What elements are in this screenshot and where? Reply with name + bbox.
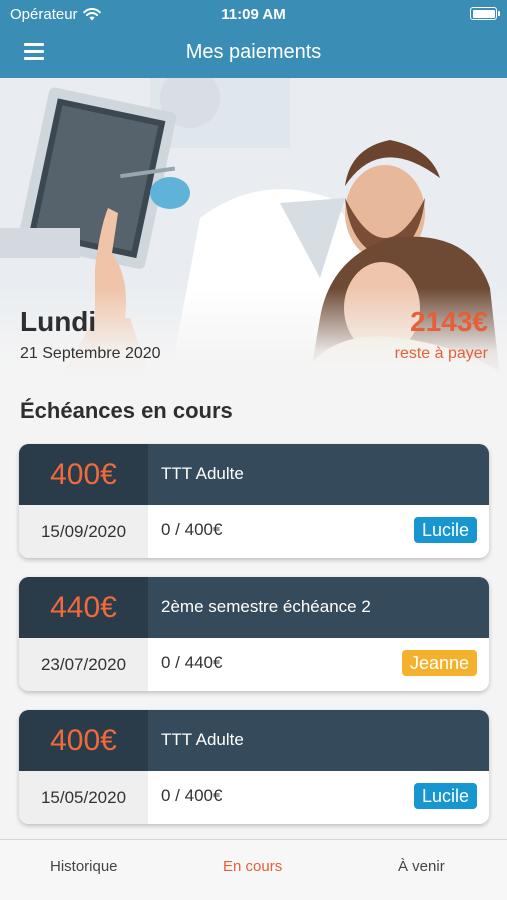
card-date: 23/07/2020: [19, 638, 148, 691]
clock: 11:09 AM: [221, 6, 286, 23]
section-title: Échéances en cours: [20, 398, 233, 423]
card-progress: 0 / 400€: [161, 786, 223, 805]
card-price: 440€: [19, 577, 148, 638]
battery-icon: [470, 7, 500, 20]
remaining-label: reste à payer: [394, 345, 488, 362]
tab-a-venir[interactable]: À venir: [398, 858, 445, 875]
patient-badge: Lucile: [413, 517, 477, 543]
card-price: 400€: [19, 710, 148, 771]
navigation-bar: Mes paiements: [0, 28, 507, 78]
page-title: Mes paiements: [185, 41, 322, 63]
card-footer: 15/09/2020 0 / 400€ Lucile: [19, 505, 489, 558]
card-label: TTT Adulte: [161, 464, 244, 483]
tab-en-cours[interactable]: En cours: [223, 858, 282, 875]
patient-badge: Jeanne: [401, 650, 477, 676]
patient-badge: Lucile: [413, 783, 477, 809]
card-progress: 0 / 440€: [161, 653, 223, 672]
payment-card[interactable]: 440€ 2ème semestre échéance 2 23/07/2020…: [19, 577, 489, 691]
tab-historique[interactable]: Historique: [50, 858, 118, 875]
card-footer: 23/07/2020 0 / 440€ Jeanne: [19, 638, 489, 691]
card-label: 2ème semestre échéance 2: [161, 597, 371, 616]
card-date: 15/09/2020: [19, 505, 148, 558]
hero-date: 21 Septembre 2020: [20, 345, 161, 362]
status-bar: Opérateur 11:09 AM: [0, 0, 507, 28]
payment-card[interactable]: 400€ TTT Adulte 15/09/2020 0 / 400€ Luci…: [19, 444, 489, 558]
card-footer: 15/05/2020 0 / 400€ Lucile: [19, 771, 489, 824]
payment-card[interactable]: 400€ TTT Adulte 15/05/2020 0 / 400€ Luci…: [19, 710, 489, 824]
tab-bar: Historique En cours À venir: [0, 839, 507, 900]
hero-banner: Lundi 21 Septembre 2020 2143€ reste à pa…: [0, 78, 507, 378]
card-date: 15/05/2020: [19, 771, 148, 824]
hero-day: Lundi: [20, 306, 97, 337]
card-progress: 0 / 400€: [161, 520, 223, 539]
remaining-amount: 2143€: [410, 306, 488, 337]
card-price: 400€: [19, 444, 148, 505]
card-label: TTT Adulte: [161, 730, 244, 749]
